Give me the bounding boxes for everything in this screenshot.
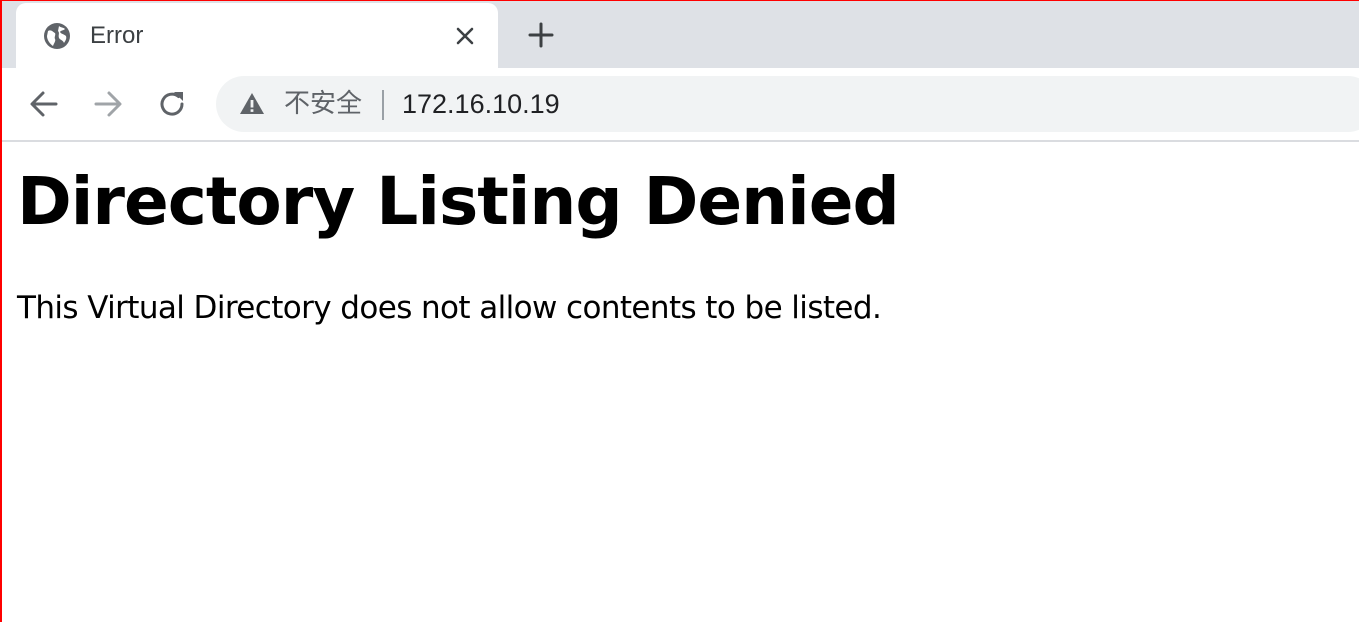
close-icon[interactable] bbox=[450, 21, 480, 51]
page-message: This Virtual Directory does not allow co… bbox=[17, 290, 882, 326]
plus-icon bbox=[528, 22, 554, 48]
toolbar: 不安全 172.16.10.19 bbox=[2, 68, 1359, 142]
back-button[interactable] bbox=[24, 84, 64, 124]
security-status-label[interactable]: 不安全 bbox=[284, 89, 362, 119]
arrow-right-icon bbox=[94, 91, 122, 117]
reload-icon bbox=[160, 92, 184, 116]
url-text[interactable]: 172.16.10.19 bbox=[402, 89, 560, 119]
reload-button[interactable] bbox=[152, 84, 192, 124]
page-content: Directory Listing Denied This Virtual Di… bbox=[17, 142, 1359, 622]
omnibox-divider bbox=[382, 90, 384, 120]
warning-triangle-icon[interactable] bbox=[238, 90, 266, 118]
tab-strip: Error bbox=[2, 1, 1359, 68]
arrow-left-icon bbox=[30, 91, 58, 117]
tab-title: Error bbox=[90, 22, 144, 49]
forward-button[interactable] bbox=[88, 84, 128, 124]
tab-error[interactable]: Error bbox=[16, 3, 498, 68]
page-heading: Directory Listing Denied bbox=[17, 163, 900, 240]
globe-icon bbox=[42, 21, 72, 51]
new-tab-button[interactable] bbox=[524, 18, 558, 52]
address-bar[interactable]: 不安全 172.16.10.19 bbox=[216, 76, 1359, 132]
